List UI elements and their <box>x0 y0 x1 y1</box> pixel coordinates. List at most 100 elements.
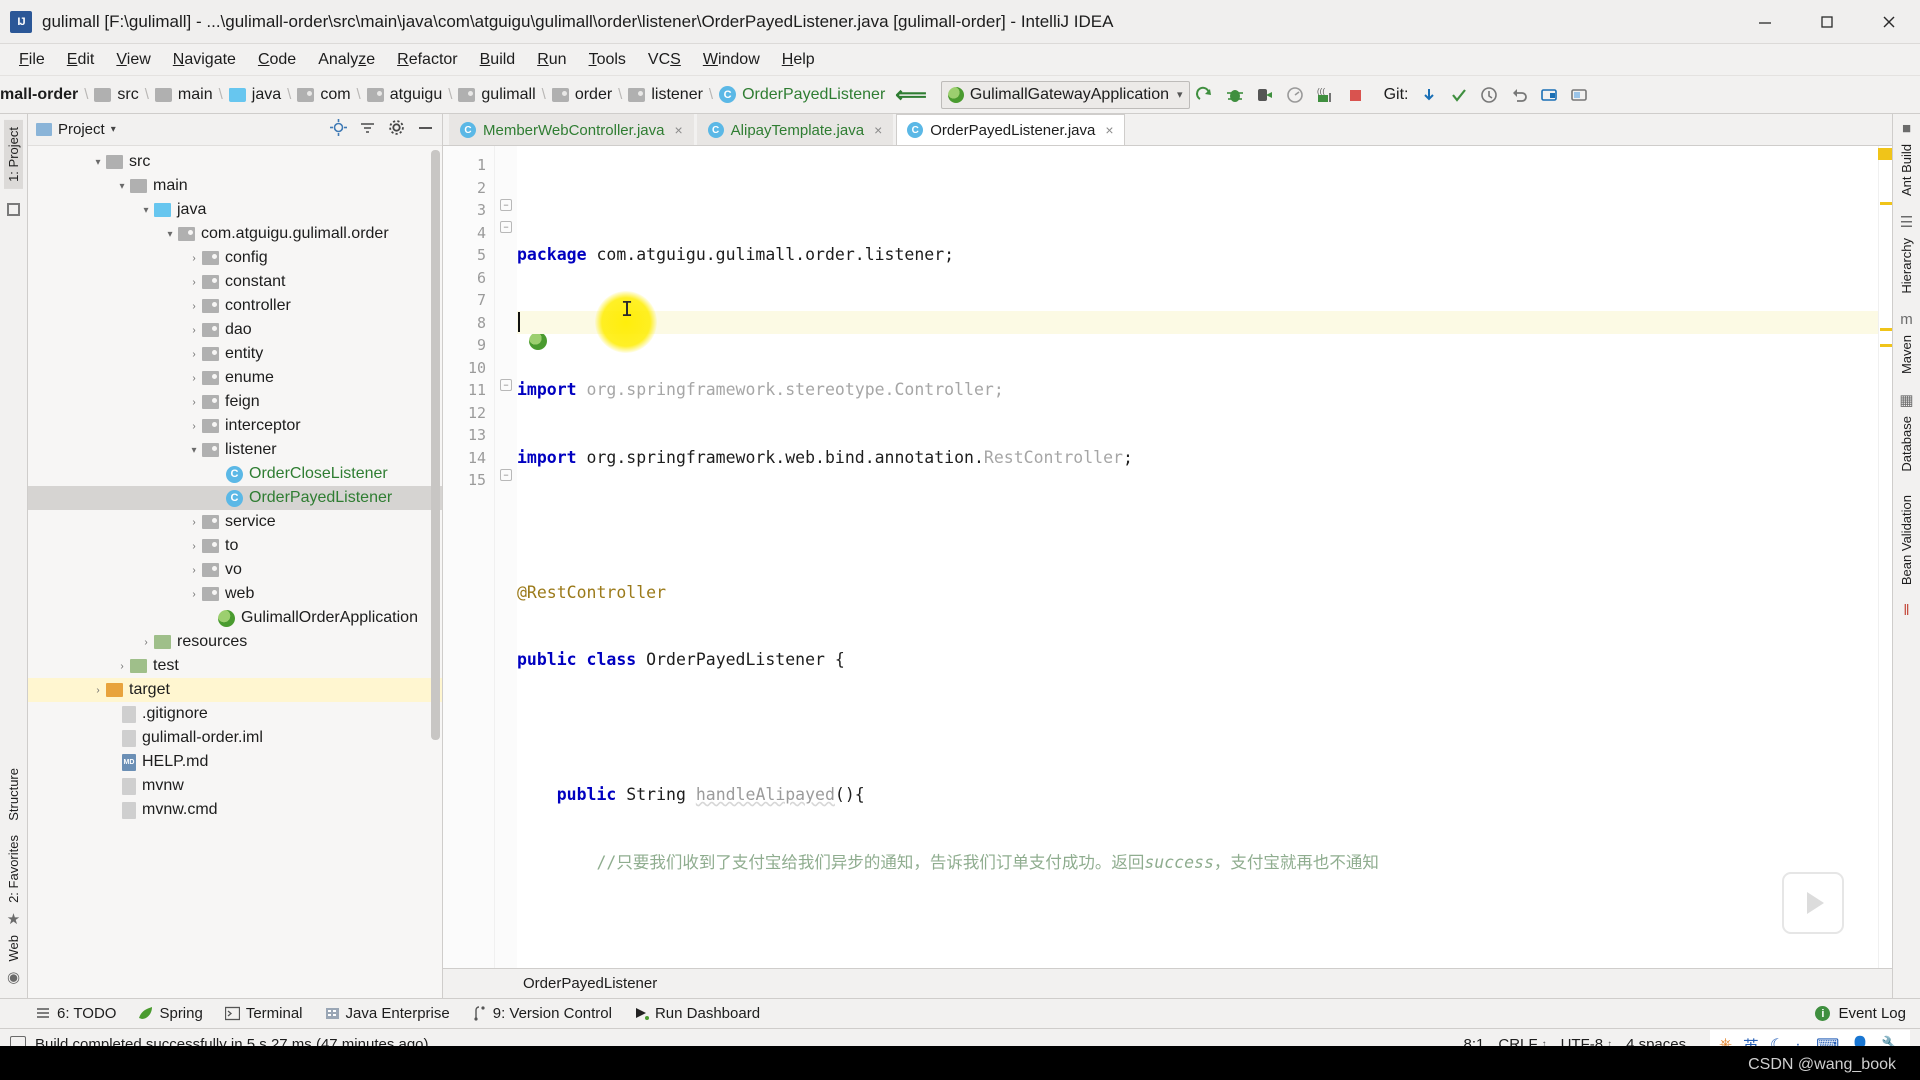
tree-node-order-close-listener[interactable]: OrderCloseListener <box>28 462 442 486</box>
tree-node-config[interactable]: › config <box>28 246 442 270</box>
hide-icon[interactable] <box>417 119 434 141</box>
rerun-icon[interactable] <box>1190 80 1220 110</box>
chevron-right-icon[interactable]: › <box>186 589 202 600</box>
tool-window-terminal[interactable]: Terminal <box>224 1005 303 1022</box>
tree-node-interceptor[interactable]: › interceptor <box>28 414 442 438</box>
tree-node-resources[interactable]: › resources <box>28 630 442 654</box>
fold-marker-method[interactable]: − <box>500 379 512 391</box>
chevron-right-icon[interactable]: › <box>186 349 202 360</box>
tree-node-help-md[interactable]: HELP.md <box>28 750 442 774</box>
chevron-down-icon[interactable]: ▾ <box>162 229 178 240</box>
tree-node-constant[interactable]: › constant <box>28 270 442 294</box>
chevron-down-icon[interactable]: ▾ <box>1177 88 1183 101</box>
tool-window-version-control[interactable]: 9: Version Control <box>472 1005 612 1022</box>
breadcrumb-item-module[interactable]: mall-order <box>0 86 78 104</box>
chevron-right-icon[interactable]: › <box>186 397 202 408</box>
menu-view[interactable]: View <box>105 49 161 71</box>
back-arrow-icon[interactable]: ⟸ <box>895 82 927 108</box>
chevron-down-icon[interactable]: ▾ <box>111 124 116 135</box>
minimize-icon[interactable] <box>1734 0 1796 44</box>
sidebar-item-ant-build[interactable]: Ant Build <box>1897 137 1916 203</box>
maximize-icon[interactable] <box>1796 0 1858 44</box>
tool-window-todo[interactable]: 6: TODO <box>36 1005 116 1022</box>
menu-refactor[interactable]: Refactor <box>386 49 468 71</box>
sidebar-item-hierarchy[interactable]: Hierarchy <box>1897 231 1916 301</box>
menu-file[interactable]: File <box>8 49 56 71</box>
tree-node-package-root[interactable]: ▾ com.atguigu.gulimall.order <box>28 222 442 246</box>
tree-node-controller[interactable]: › controller <box>28 294 442 318</box>
fold-marker-import[interactable]: − <box>500 199 512 211</box>
chevron-down-icon[interactable]: ▾ <box>114 181 130 192</box>
close-icon[interactable]: × <box>1105 122 1113 138</box>
chevron-down-icon[interactable]: ▾ <box>138 205 154 216</box>
close-icon[interactable]: × <box>674 122 682 138</box>
tool-window-java-enterprise[interactable]: Java Enterprise <box>325 1005 450 1022</box>
menu-tools[interactable]: Tools <box>578 49 637 71</box>
chevron-right-icon[interactable]: › <box>114 661 130 672</box>
menu-edit[interactable]: Edit <box>56 49 106 71</box>
tree-node-to[interactable]: › to <box>28 534 442 558</box>
stop-icon[interactable] <box>1340 80 1370 110</box>
menu-code[interactable]: Code <box>247 49 307 71</box>
history-icon[interactable] <box>1474 80 1504 110</box>
menu-build[interactable]: Build <box>469 49 527 71</box>
chevron-right-icon[interactable]: › <box>186 517 202 528</box>
tree-node-dao[interactable]: › dao <box>28 318 442 342</box>
chevron-down-icon[interactable]: ▾ <box>186 445 202 456</box>
tree-node-order-payed-listener[interactable]: OrderPayedListener <box>28 486 442 510</box>
fold-marker-import2[interactable]: − <box>500 221 512 233</box>
chevron-right-icon[interactable]: › <box>186 421 202 432</box>
fold-gutter[interactable]: − − − − <box>495 146 547 968</box>
chevron-right-icon[interactable]: › <box>186 541 202 552</box>
chevron-right-icon[interactable]: › <box>90 685 106 696</box>
warning-marker[interactable] <box>1878 148 1892 160</box>
tab-order-payed-listener[interactable]: OrderPayedListener.java × <box>896 114 1125 145</box>
run-with-coverage-icon[interactable] <box>1250 80 1280 110</box>
open-settings-icon[interactable] <box>1534 80 1564 110</box>
menu-navigate[interactable]: Navigate <box>162 49 247 71</box>
breadcrumb-item-main[interactable]: main <box>178 86 213 104</box>
warning-marker[interactable] <box>1880 202 1892 205</box>
tree-node-target[interactable]: › target <box>28 678 442 702</box>
sidebar-item-maven[interactable]: Maven <box>1897 328 1916 381</box>
breadcrumb-item-com[interactable]: com <box>320 86 350 104</box>
run-configuration-selector[interactable]: GulimallGatewayApplication ▾ <box>940 80 1190 109</box>
tree-node-test[interactable]: › test <box>28 654 442 678</box>
sidebar-item-bean-validation[interactable]: Bean Validation <box>1897 488 1916 592</box>
tool-window-run-dashboard[interactable]: Run Dashboard <box>634 1005 760 1022</box>
commit-icon[interactable] <box>1444 80 1474 110</box>
breadcrumb-item-gulimall[interactable]: gulimall <box>481 86 535 104</box>
menu-run[interactable]: Run <box>526 49 577 71</box>
locate-icon[interactable] <box>330 118 347 141</box>
sidebar-item-web[interactable]: Web <box>4 928 23 969</box>
profile-icon[interactable] <box>1280 80 1310 110</box>
tab-alipay-template[interactable]: AlipayTemplate.java × <box>696 114 894 145</box>
chevron-down-icon[interactable]: ▾ <box>90 157 106 168</box>
breadcrumb-item-java[interactable]: java <box>252 86 281 104</box>
sidebar-item-structure[interactable]: Structure <box>4 761 23 828</box>
chevron-right-icon[interactable]: › <box>186 277 202 288</box>
chevron-right-icon[interactable]: › <box>186 253 202 264</box>
chevron-right-icon[interactable]: › <box>186 325 202 336</box>
tree-node-java[interactable]: ▾ java <box>28 198 442 222</box>
chevron-right-icon[interactable]: › <box>186 565 202 576</box>
search-everywhere-icon[interactable] <box>1564 80 1594 110</box>
close-icon[interactable] <box>1858 0 1920 44</box>
menu-window[interactable]: Window <box>692 49 771 71</box>
sidebar-item-database[interactable]: Database <box>1897 409 1916 479</box>
update-project-icon[interactable] <box>1414 80 1444 110</box>
breadcrumb-item-order[interactable]: order <box>575 86 612 104</box>
tree-node-vo[interactable]: › vo <box>28 558 442 582</box>
menu-help[interactable]: Help <box>771 49 826 71</box>
tree-node-main[interactable]: ▾ main <box>28 174 442 198</box>
tree-node-feign[interactable]: › feign <box>28 390 442 414</box>
warning-marker[interactable] <box>1880 344 1892 347</box>
tree-node-web[interactable]: › web <box>28 582 442 606</box>
sidebar-item-project[interactable]: 1: Project <box>4 120 23 189</box>
menu-analyze[interactable]: Analyze <box>307 49 386 71</box>
breadcrumb-item-src[interactable]: src <box>117 86 138 104</box>
tab-member-web-controller[interactable]: MemberWebController.java × <box>449 114 694 145</box>
collapse-all-icon[interactable] <box>359 119 376 141</box>
breadcrumb-item-listener[interactable]: listener <box>651 86 703 104</box>
tree-node-listener[interactable]: ▾ listener <box>28 438 442 462</box>
